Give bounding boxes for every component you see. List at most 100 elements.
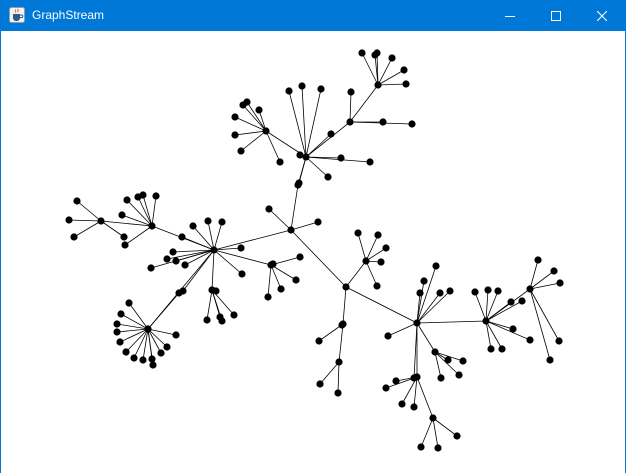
graph-node[interactable] (455, 371, 463, 379)
graph-node[interactable] (97, 217, 105, 225)
graph-node[interactable] (534, 256, 542, 264)
graph-node[interactable] (269, 260, 277, 268)
graph-node[interactable] (374, 81, 382, 89)
graph-node[interactable] (546, 356, 554, 364)
graph-node[interactable] (179, 287, 187, 295)
graph-node[interactable] (73, 197, 81, 205)
graph-node[interactable] (373, 282, 381, 290)
graph-node[interactable] (255, 106, 263, 114)
graph-node[interactable] (484, 286, 492, 294)
graph-node[interactable] (113, 328, 121, 336)
graph-node[interactable] (346, 118, 354, 126)
graph-node[interactable] (116, 338, 124, 346)
graph-node[interactable] (337, 154, 345, 162)
graph-node[interactable] (358, 49, 366, 57)
graph-node[interactable] (494, 287, 502, 295)
graph-node[interactable] (65, 216, 73, 224)
graph-node[interactable] (172, 331, 180, 339)
graph-node[interactable] (431, 348, 439, 356)
graph-node[interactable] (262, 127, 270, 135)
graph-node[interactable] (526, 336, 534, 344)
graph-node[interactable] (212, 287, 220, 295)
graph-node[interactable] (342, 283, 350, 291)
graph-node[interactable] (526, 285, 534, 293)
graph-node[interactable] (498, 345, 506, 353)
graph-node[interactable] (354, 229, 362, 237)
graph-node[interactable] (509, 325, 517, 333)
graph-node[interactable] (237, 244, 245, 252)
graph-node[interactable] (157, 349, 165, 357)
graph-node[interactable] (238, 270, 246, 278)
graph-node[interactable] (402, 80, 410, 88)
graph-node[interactable] (420, 277, 428, 285)
graph-node[interactable] (379, 118, 387, 126)
graph-node[interactable] (218, 317, 226, 325)
graph-node[interactable] (120, 233, 128, 241)
graph-node[interactable] (388, 54, 396, 62)
graph-node[interactable] (482, 317, 490, 325)
graph-node[interactable] (218, 218, 226, 226)
graph-node[interactable] (231, 113, 239, 121)
graph-node[interactable] (392, 377, 400, 385)
graph-node[interactable] (362, 257, 370, 265)
graph-node[interactable] (453, 432, 461, 440)
graph-node[interactable] (377, 258, 385, 266)
graph-node[interactable] (178, 233, 186, 241)
graph-node[interactable] (327, 130, 335, 138)
graph-node[interactable] (296, 253, 304, 261)
graph-node[interactable] (317, 85, 325, 93)
graph-node[interactable] (398, 400, 406, 408)
graph-node[interactable] (139, 191, 147, 199)
graph-node[interactable] (374, 231, 382, 239)
graph-node[interactable] (507, 298, 515, 306)
graph-node[interactable] (239, 101, 247, 109)
minimize-button[interactable] (487, 0, 533, 31)
graph-node[interactable] (292, 276, 300, 284)
graph-node[interactable] (347, 88, 355, 96)
graph-node[interactable] (400, 66, 408, 74)
graph-node[interactable] (296, 151, 304, 159)
graph-node[interactable] (437, 374, 445, 382)
graph-node[interactable] (118, 211, 126, 219)
graph-node[interactable] (384, 332, 392, 340)
graph-node[interactable] (316, 380, 324, 388)
graph-node[interactable] (147, 264, 155, 272)
graph-node[interactable] (276, 158, 284, 166)
graph-node[interactable] (70, 233, 78, 241)
graph-node[interactable] (139, 356, 147, 364)
graph-view[interactable] (1, 31, 625, 473)
graph-node[interactable] (264, 293, 272, 301)
graph-node[interactable] (410, 403, 418, 411)
graph-node[interactable] (231, 131, 239, 139)
graph-node[interactable] (121, 241, 129, 249)
graph-node[interactable] (382, 384, 390, 392)
graph-node[interactable] (338, 321, 346, 329)
graph-node[interactable] (436, 289, 444, 297)
graph-node[interactable] (148, 222, 156, 230)
graph-node[interactable] (471, 288, 479, 296)
graph-node[interactable] (203, 316, 211, 324)
graph-node[interactable] (265, 205, 273, 213)
graph-node[interactable] (169, 248, 177, 256)
graph-node[interactable] (163, 343, 171, 351)
graph-node[interactable] (335, 358, 343, 366)
graph-node[interactable] (295, 179, 303, 187)
graph-node[interactable] (113, 320, 121, 328)
graph-node[interactable] (371, 51, 379, 59)
graph-node[interactable] (366, 158, 374, 166)
graph-node[interactable] (429, 414, 437, 422)
graph-node[interactable] (117, 310, 125, 318)
graph-node[interactable] (144, 325, 152, 333)
graph-node[interactable] (408, 120, 416, 128)
graph-node[interactable] (122, 348, 130, 356)
graph-node[interactable] (130, 354, 138, 362)
graph-node[interactable] (181, 261, 189, 269)
graph-node[interactable] (210, 246, 218, 254)
graph-node[interactable] (315, 337, 323, 345)
graph-node[interactable] (382, 244, 390, 252)
graph-node[interactable] (149, 361, 157, 369)
graph-node[interactable] (459, 357, 467, 365)
graph-node[interactable] (277, 285, 285, 293)
graph-node[interactable] (555, 337, 563, 345)
graph-node[interactable] (434, 444, 442, 452)
